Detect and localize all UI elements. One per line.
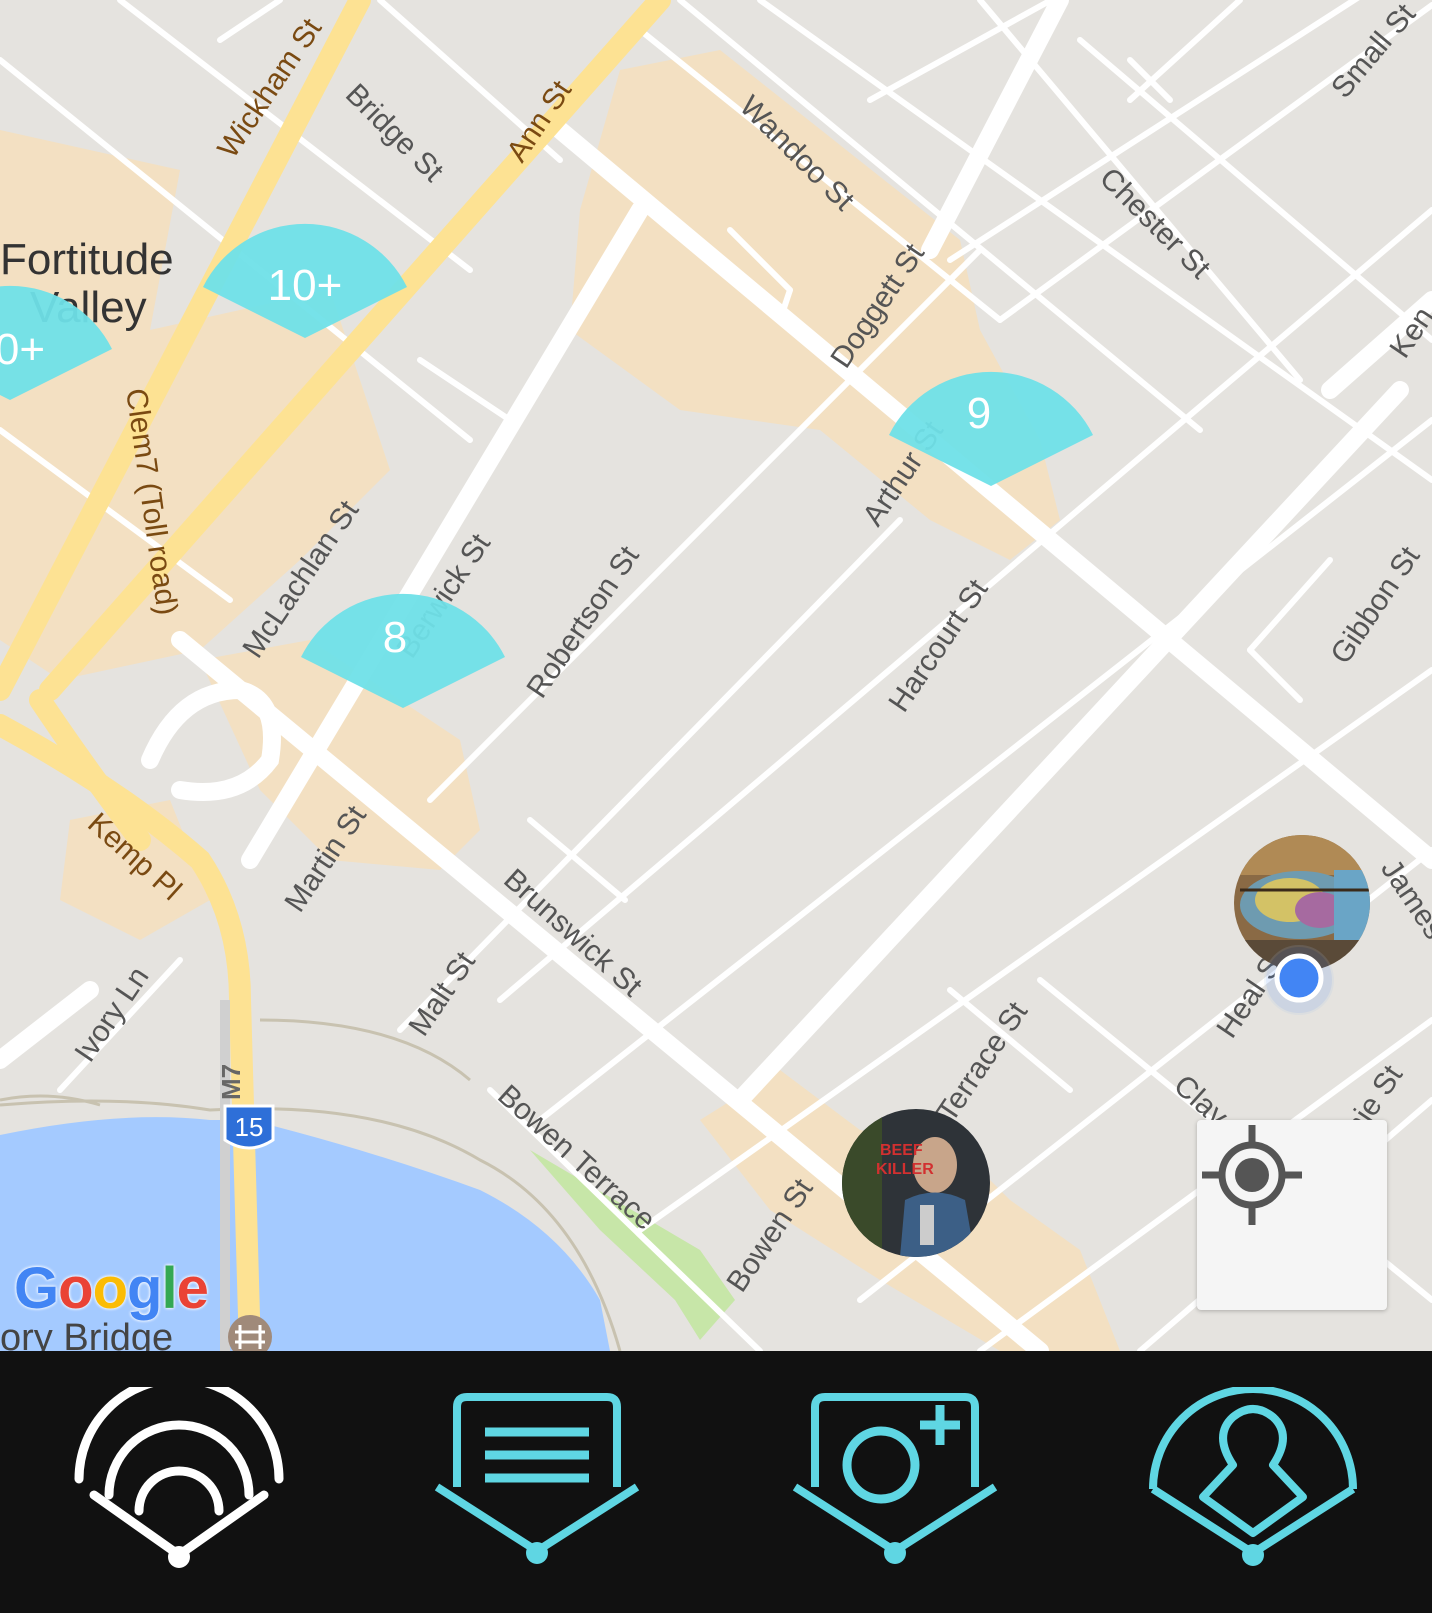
crosshair-icon — [1202, 1125, 1302, 1225]
street-label-chester: Chester St — [1093, 162, 1217, 286]
cluster-count: 9 — [967, 389, 991, 438]
app-root: Fortitude Valley Wickham St Ann St Clem7… — [0, 0, 1432, 1613]
street-label-gibbon: Gibbon St — [1324, 540, 1426, 670]
google-attribution-logo: Google — [14, 1255, 209, 1322]
map-nav-icon — [74, 1387, 284, 1568]
cluster-count: 10+ — [268, 261, 343, 310]
nav-tab-profile[interactable] — [1074, 1351, 1432, 1613]
google-letter: o — [92, 1256, 128, 1321]
motorway-label: M7 — [216, 1064, 246, 1100]
nav-tab-map[interactable] — [0, 1351, 358, 1613]
my-location-button[interactable] — [1197, 1120, 1387, 1310]
add-photo-nav-icon — [792, 1393, 998, 1564]
street-label-malt: Malt St — [402, 946, 482, 1042]
area-label-fortitude: Fortitude — [0, 235, 174, 284]
map-view[interactable]: Fortitude Valley Wickham St Ann St Clem7… — [0, 0, 1432, 1351]
profile-nav-icon — [1149, 1387, 1357, 1566]
street-label-robertson: Robertson St — [520, 540, 646, 704]
street-label-harcourt: Harcourt St — [882, 573, 995, 718]
google-letter: g — [127, 1256, 162, 1321]
street-label-ivory-ln: Ivory Ln — [68, 961, 155, 1068]
google-letter: e — [176, 1256, 209, 1321]
street-label-small: Small St — [1325, 0, 1423, 104]
street-label-bridge: Bridge St — [339, 78, 450, 189]
google-letter: G — [14, 1256, 59, 1321]
beef-killer-photo-marker[interactable]: BEEF KILLER — [842, 1109, 990, 1257]
nav-tab-add-photo[interactable] — [716, 1351, 1074, 1613]
google-letter: o — [58, 1256, 93, 1321]
highway-shield-number: 15 — [235, 1112, 264, 1142]
highway-shield: 15 — [223, 1104, 275, 1150]
mural-text-killer: KILLER — [876, 1161, 934, 1178]
street-label-james: James St — [1374, 853, 1432, 976]
cluster-count: 0+ — [0, 325, 45, 374]
google-letter: l — [161, 1256, 177, 1321]
bottom-navigation-bar — [0, 1351, 1432, 1613]
place-label-bridge: ory Bridge — [0, 1317, 173, 1351]
list-nav-icon — [434, 1393, 640, 1564]
mural-text-beef: BEEF — [880, 1142, 923, 1159]
current-location-dot — [1264, 945, 1334, 1015]
cluster-count: 8 — [383, 613, 407, 662]
nav-tab-list[interactable] — [358, 1351, 716, 1613]
